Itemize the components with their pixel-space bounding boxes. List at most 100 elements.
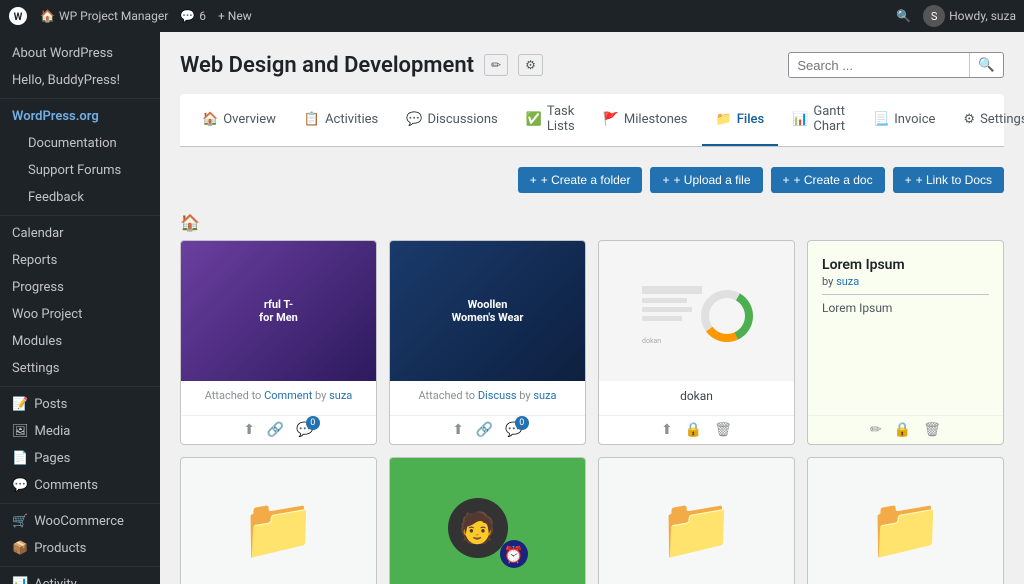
comment-icon[interactable]: 💬0 bbox=[505, 422, 522, 438]
sidebar-item-woocommerce[interactable]: 🛒 WooCommerce bbox=[0, 508, 160, 535]
caption-link[interactable]: Comment bbox=[264, 389, 312, 402]
search-button[interactable]: 🔍 bbox=[969, 53, 1003, 77]
link-icon[interactable]: 🔗 bbox=[476, 422, 493, 438]
sidebar-item-label: Modules bbox=[12, 334, 62, 349]
comments-icon: 💬 bbox=[180, 9, 195, 23]
files-grid: rful T-for Men Attached to Comment by su… bbox=[180, 240, 1004, 584]
sidebar-item-wordpress-org[interactable]: WordPress.org bbox=[0, 103, 160, 130]
thumbnail-text: rful T-for Men bbox=[255, 294, 302, 328]
file-card-actions: ⬆ 🔒 🗑 bbox=[599, 415, 794, 444]
sidebar-item-reports[interactable]: Reports bbox=[0, 247, 160, 274]
admin-bar-new[interactable]: + New bbox=[218, 9, 252, 23]
create-folder-icon: + bbox=[530, 173, 537, 187]
file-card-actions: ✏ 🔒 🗑 bbox=[808, 415, 1003, 444]
sidebar-item-activity[interactable]: 📊 Activity bbox=[0, 571, 160, 584]
edit-file-icon[interactable]: ✏ bbox=[870, 422, 882, 438]
sidebar-divider-2 bbox=[0, 215, 160, 216]
upload-file-icon: + bbox=[662, 173, 669, 187]
edit-icon: ✏ bbox=[491, 58, 501, 72]
sidebar-item-label: About WordPress bbox=[12, 46, 113, 61]
sidebar-item-label: Documentation bbox=[28, 136, 117, 151]
admin-bar-site[interactable]: 🏠 WP Project Manager bbox=[40, 9, 168, 23]
file-card-content-project: 📁 Content Project File 🔒 🗑 bbox=[807, 457, 1004, 584]
invoice-icon: 📃 bbox=[873, 112, 889, 127]
sidebar-item-posts[interactable]: 📝 Posts bbox=[0, 391, 160, 418]
avatar: S bbox=[923, 5, 945, 27]
sidebar-divider bbox=[0, 98, 160, 99]
sidebar-item-progress[interactable]: Progress bbox=[0, 274, 160, 301]
create-folder-button[interactable]: + + Create a folder bbox=[518, 167, 643, 193]
sidebar-item-media[interactable]: 🖼 Media bbox=[0, 418, 160, 445]
tab-settings[interactable]: ⚙ Settings bbox=[949, 94, 1024, 146]
comments-list-icon: 💬 bbox=[12, 478, 28, 493]
sidebar-divider-3 bbox=[0, 386, 160, 387]
breadcrumb-home-icon[interactable]: 🏠 bbox=[180, 213, 200, 232]
admin-bar-user[interactable]: S Howdy, suza bbox=[923, 5, 1016, 27]
link-icon[interactable]: 🔗 bbox=[267, 422, 284, 438]
caption-user[interactable]: suza bbox=[533, 389, 556, 402]
sidebar-item-woo-project[interactable]: Woo Project bbox=[0, 301, 160, 328]
sidebar-item-documentation[interactable]: Documentation bbox=[0, 130, 160, 157]
lock-icon[interactable]: 🔒 bbox=[894, 422, 911, 438]
sidebar-item-about-wordpress[interactable]: About WordPress bbox=[0, 40, 160, 67]
upload-file-button[interactable]: + + Upload a file bbox=[650, 167, 762, 193]
tab-invoice[interactable]: 📃 Invoice bbox=[859, 94, 949, 146]
posts-icon: 📝 bbox=[12, 397, 28, 412]
comment-badge: 0 bbox=[306, 416, 320, 430]
search-icon: 🔍 bbox=[896, 9, 911, 23]
main-content: Web Design and Development ✏ ⚙ 🔍 🏠 Overv… bbox=[160, 32, 1024, 584]
sidebar-item-support-forums[interactable]: Support Forums bbox=[0, 157, 160, 184]
sidebar-item-label: Comments bbox=[34, 478, 98, 493]
edit-button[interactable]: ✏ bbox=[484, 54, 508, 76]
tab-files[interactable]: 📁 Files bbox=[702, 94, 779, 146]
admin-bar-search[interactable]: 🔍 bbox=[896, 9, 911, 23]
create-doc-icon: + bbox=[783, 173, 790, 187]
project-title: Web Design and Development bbox=[180, 53, 474, 78]
move-icon[interactable]: ⬆ bbox=[452, 422, 464, 438]
sidebar-item-label: WordPress.org bbox=[12, 109, 99, 124]
lock-icon[interactable]: 🔒 bbox=[685, 422, 702, 438]
file-caption: dokan bbox=[609, 389, 784, 403]
sidebar-divider-5 bbox=[0, 566, 160, 567]
tab-overview[interactable]: 🏠 Overview bbox=[188, 94, 290, 146]
caption-user[interactable]: suza bbox=[329, 389, 352, 402]
tab-settings-icon: ⚙ bbox=[963, 112, 975, 127]
create-doc-button[interactable]: + + Create a doc bbox=[771, 167, 885, 193]
activities-icon: 📋 bbox=[304, 112, 320, 127]
sidebar-item-label: WooCommerce bbox=[34, 514, 124, 529]
sidebar-item-modules[interactable]: Modules bbox=[0, 328, 160, 355]
pages-icon: 📄 bbox=[12, 451, 28, 466]
sidebar-item-calendar[interactable]: Calendar bbox=[0, 220, 160, 247]
breadcrumb: 🏠 bbox=[180, 209, 1004, 240]
admin-bar-comments[interactable]: 💬 WP Project Manager 6 bbox=[180, 9, 206, 23]
tab-gantt-chart[interactable]: 📊 Gantt Chart bbox=[778, 94, 859, 146]
sidebar-item-products[interactable]: 📦 Products bbox=[0, 535, 160, 562]
caption-link[interactable]: Discuss bbox=[478, 389, 517, 402]
move-icon[interactable]: ⬆ bbox=[661, 422, 673, 438]
delete-icon[interactable]: 🗑 bbox=[714, 422, 732, 438]
delete-icon[interactable]: 🗑 bbox=[923, 422, 941, 438]
products-icon: 📦 bbox=[12, 541, 28, 556]
discussions-icon: 💬 bbox=[406, 112, 422, 127]
comment-icon[interactable]: 💬0 bbox=[296, 422, 313, 438]
sidebar-item-pages[interactable]: 📄 Pages bbox=[0, 445, 160, 472]
lorem-divider bbox=[822, 294, 989, 295]
sidebar-item-label: Support Forums bbox=[28, 163, 121, 178]
sidebar-item-feedback[interactable]: Feedback bbox=[0, 184, 160, 211]
link-docs-icon: + bbox=[905, 173, 912, 187]
project-settings-button[interactable]: ⚙ bbox=[518, 54, 543, 76]
sidebar-item-comments[interactable]: 💬 Comments bbox=[0, 472, 160, 499]
file-card-lorem: Lorem Ipsum by suza Lorem Ipsum ✏ 🔒 🗑 bbox=[807, 240, 1004, 445]
move-icon[interactable]: ⬆ bbox=[243, 422, 255, 438]
tab-milestones[interactable]: 🚩 Milestones bbox=[589, 94, 702, 146]
link-docs-button[interactable]: + + Link to Docs bbox=[893, 167, 1004, 193]
file-caption: Attached to Discuss by suza bbox=[400, 389, 575, 402]
tab-discussions[interactable]: 💬 Discussions bbox=[392, 94, 511, 146]
search-input[interactable] bbox=[789, 54, 969, 77]
sidebar-item-label: Media bbox=[35, 424, 71, 439]
admin-bar-wp-logo[interactable]: W bbox=[8, 6, 28, 26]
sidebar-item-hello-buddypress[interactable]: Hello, BuddyPress! bbox=[0, 67, 160, 94]
sidebar-item-settings-pm[interactable]: Settings bbox=[0, 355, 160, 382]
tab-activities[interactable]: 📋 Activities bbox=[290, 94, 392, 146]
tab-task-lists[interactable]: ✅ Task Lists bbox=[512, 94, 589, 146]
